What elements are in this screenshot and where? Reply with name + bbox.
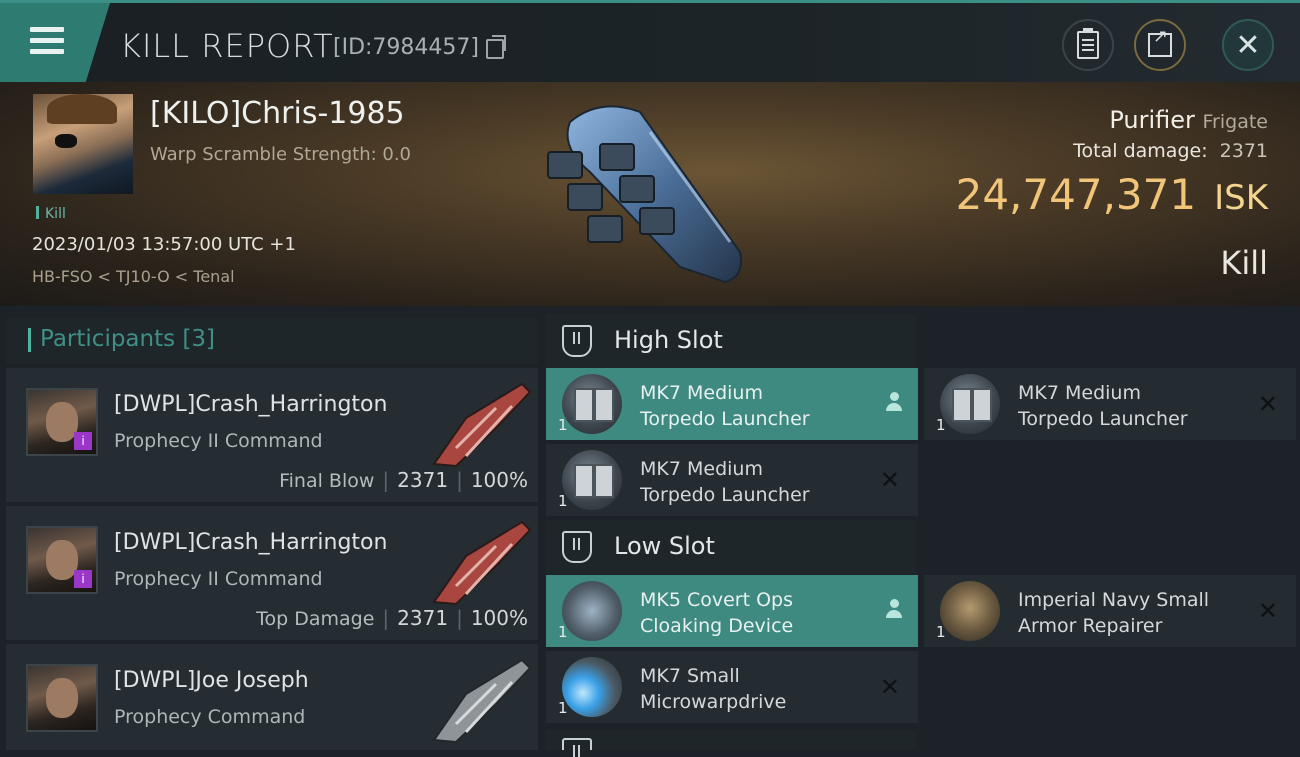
module-item[interactable]: 1 MK7 Small Microwarpdrive ✕	[546, 651, 918, 723]
participant-ship-image	[432, 520, 532, 606]
high-slot-header: High Slot	[546, 314, 916, 368]
module-name: MK7 Small Microwarpdrive	[640, 665, 787, 713]
low-slot-icon	[562, 531, 592, 563]
isk-value: 24,747,371 ISK	[955, 170, 1268, 219]
participant-ship: Prophecy II Command	[114, 430, 323, 452]
participant-ship-image	[432, 658, 532, 744]
title-bar: KILL REPORT [ID:7984457] ✕	[0, 0, 1300, 82]
high-slot-icon	[562, 325, 592, 357]
page-title: KILL REPORT	[120, 27, 334, 65]
module-item[interactable]: 1 MK7 Medium Torpedo Launcher	[546, 368, 918, 440]
victim-banner: [KILO]Chris-1985 Warp Scramble Strength:…	[0, 82, 1300, 306]
module-item[interactable]: 1 MK7 Medium Torpedo Launcher ✕	[924, 368, 1296, 440]
close-button[interactable]: ✕	[1222, 19, 1274, 71]
participant-ship: Prophecy Command	[114, 706, 306, 728]
kill-tag: Kill	[36, 206, 66, 222]
microwarpdrive-icon	[562, 657, 622, 717]
victim-name[interactable]: [KILO]Chris-1985	[150, 96, 405, 131]
kill-location[interactable]: HB-FSO < TJ10-O < Tenal	[32, 267, 235, 286]
participant-name: [DWPL]Joe Joseph	[114, 668, 309, 693]
clipboard-icon	[1077, 28, 1099, 59]
total-damage: Total damage: 2371	[1073, 140, 1268, 162]
participant-portrait[interactable]	[26, 664, 98, 732]
module-item[interactable]: 1 MK7 Medium Torpedo Launcher ✕	[546, 444, 918, 516]
participant-ship-image	[432, 382, 532, 468]
corp-badge-icon: i	[74, 432, 92, 450]
share-button[interactable]	[1134, 19, 1186, 71]
participant-row[interactable]: [DWPL]Joe Joseph Prophecy Command	[6, 644, 538, 750]
participants-header: Participants [3]	[6, 318, 538, 364]
victim-ship-name[interactable]: Purifier Frigate	[1109, 106, 1268, 134]
warp-scramble-strength: Warp Scramble Strength: 0.0	[150, 144, 412, 165]
destroyed-icon: ✕	[879, 466, 900, 494]
module-name: MK5 Covert Ops Cloaking Device	[640, 589, 794, 637]
module-name: MK7 Medium Torpedo Launcher	[640, 382, 810, 430]
module-name: MK7 Medium Torpedo Launcher	[1018, 382, 1188, 430]
participant-stats: Top Damage | 2371 | 100%	[256, 606, 528, 630]
menu-button[interactable]	[0, 3, 110, 82]
report-id: [ID:7984457]	[333, 35, 479, 60]
armor-repairer-icon	[940, 581, 1000, 641]
participant-portrait[interactable]: i	[26, 388, 98, 456]
external-link-icon	[1148, 26, 1172, 57]
module-item[interactable]: 1 MK5 Covert Ops Cloaking Device	[546, 575, 918, 647]
clipboard-button[interactable]	[1062, 19, 1114, 71]
module-item[interactable]: 1 Imperial Navy Small Armor Repairer ✕	[924, 575, 1296, 647]
victim-portrait[interactable]	[33, 94, 133, 194]
participant-ship: Prophecy II Command	[114, 568, 323, 590]
close-icon: ✕	[1235, 27, 1261, 63]
participant-portrait[interactable]: i	[26, 526, 98, 594]
participant-row[interactable]: i [DWPL]Crash_Harrington Prophecy II Com…	[6, 506, 538, 640]
result-label: Kill	[1220, 244, 1268, 282]
victim-ship-image[interactable]	[530, 92, 770, 292]
torpedo-launcher-icon	[940, 374, 1000, 434]
torpedo-launcher-icon	[562, 374, 622, 434]
destroyed-icon: ✕	[1257, 390, 1278, 418]
participant-name: [DWPL]Crash_Harrington	[114, 392, 388, 417]
destroyed-icon: ✕	[879, 673, 900, 701]
low-slot-header: Low Slot	[546, 520, 916, 574]
kill-timestamp: 2023/01/03 13:57:00 UTC +1	[32, 234, 296, 255]
next-slot-header	[546, 730, 916, 757]
participant-stats: Final Blow | 2371 | 100%	[279, 468, 528, 492]
participant-row[interactable]: i [DWPL]Crash_Harrington Prophecy II Com…	[6, 368, 538, 502]
destroyed-icon: ✕	[1257, 597, 1278, 625]
module-name: Imperial Navy Small Armor Repairer	[1018, 589, 1210, 637]
torpedo-launcher-icon	[562, 450, 622, 510]
cloaking-device-icon	[562, 581, 622, 641]
module-name: MK7 Medium Torpedo Launcher	[640, 458, 810, 506]
slot-icon	[562, 738, 592, 757]
dropped-person-icon	[886, 599, 902, 619]
corp-badge-icon: i	[74, 570, 92, 588]
participant-name: [DWPL]Crash_Harrington	[114, 530, 388, 555]
dropped-person-icon	[886, 392, 902, 412]
menu-icon	[30, 27, 64, 60]
copy-icon[interactable]	[486, 35, 506, 59]
